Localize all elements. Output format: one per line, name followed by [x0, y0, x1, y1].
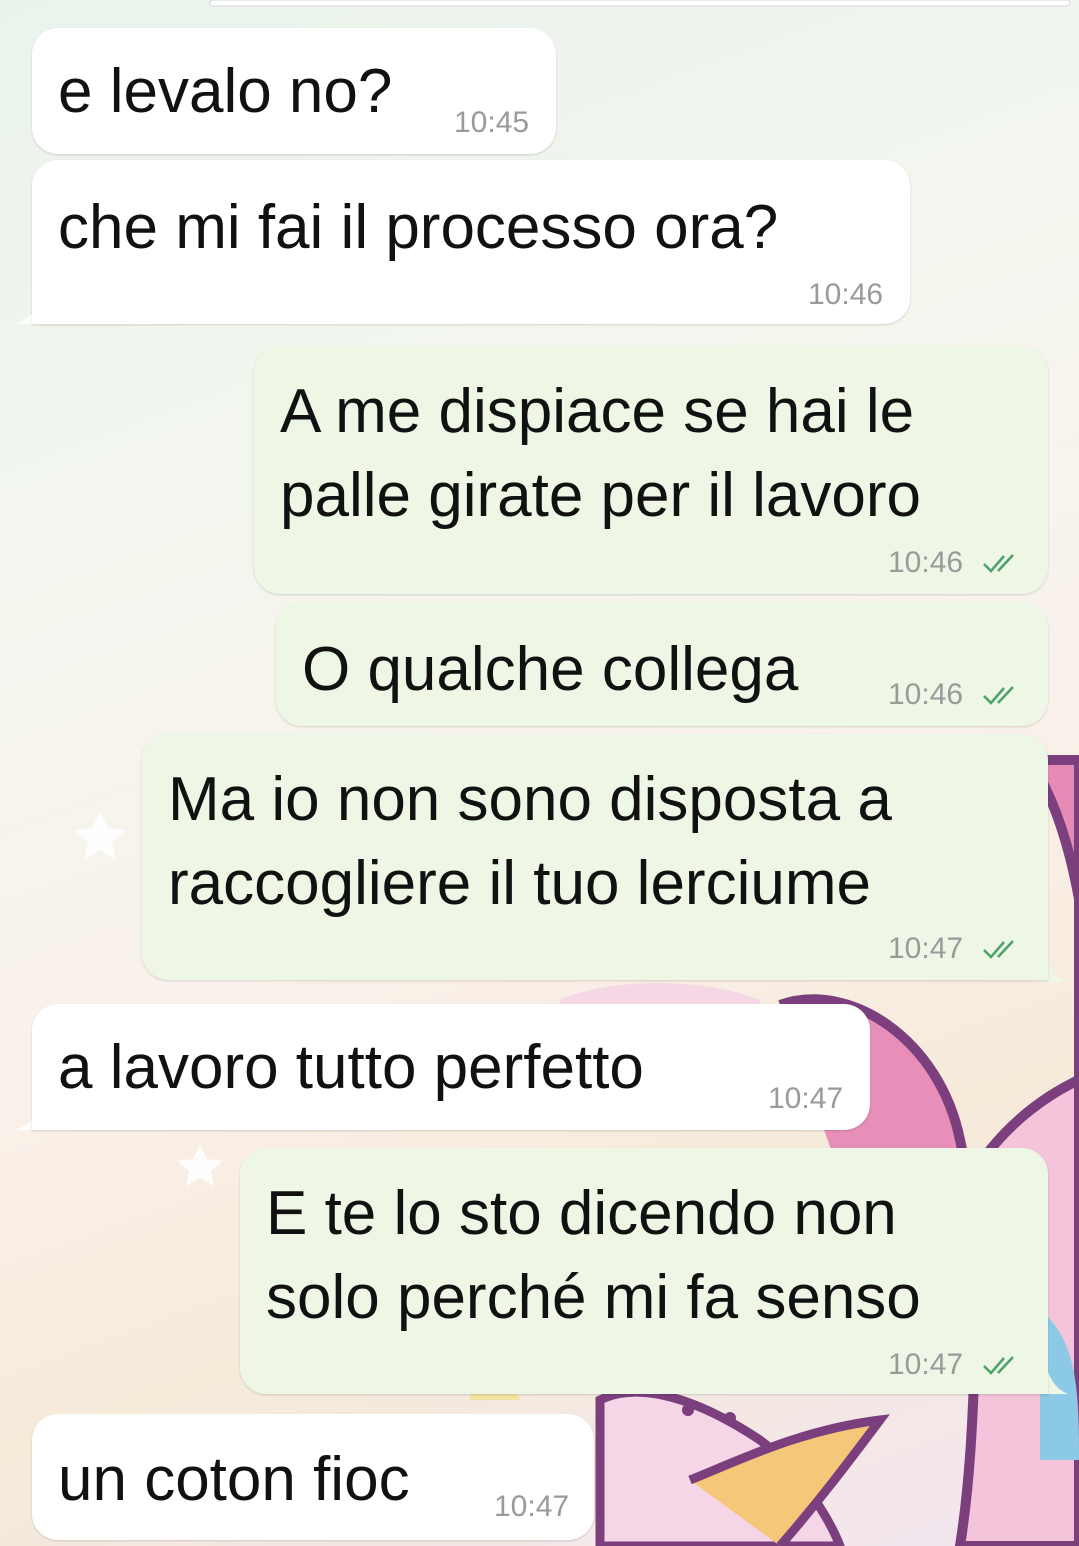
message-time: 10:47 — [888, 932, 964, 965]
message-text-line: solo perché mi fa senso — [266, 1263, 921, 1332]
message-outgoing[interactable]: E te lo sto dicendo non solo perché mi f… — [240, 1148, 1048, 1394]
message-incoming[interactable]: e levalo no? 10:45 — [32, 28, 556, 154]
message-text: e levalo no? — [58, 57, 393, 126]
message-time: 10:46 — [888, 546, 964, 579]
message-incoming[interactable]: a lavoro tutto perfetto 10:47 — [32, 1004, 870, 1130]
message-outgoing[interactable]: Ma io non sono disposta a raccogliere il… — [142, 734, 1048, 980]
double-check-icon — [983, 554, 1014, 573]
message-text: un coton fioc — [58, 1445, 410, 1514]
message-outgoing[interactable]: A me dispiace se hai le palle girate per… — [254, 346, 1048, 594]
message-time: 10:47 — [494, 1490, 570, 1523]
message-time: 10:46 — [888, 678, 964, 711]
message-text-line: palle girate per il lavoro — [280, 461, 922, 530]
double-check-icon — [983, 1356, 1014, 1375]
message-time: 10:46 — [808, 278, 884, 311]
message-time: 10:47 — [888, 1348, 964, 1381]
message-outgoing[interactable]: O qualche collega 10:46 — [276, 602, 1048, 726]
message-text-line: Ma io non sono disposta a — [168, 765, 892, 834]
message-incoming[interactable]: che mi fai il processo ora? 10:46 — [32, 160, 910, 324]
message-text: che mi fai il processo ora? — [58, 193, 779, 262]
message-text: O qualche collega — [302, 635, 799, 704]
message-text-line: A me dispiace se hai le — [280, 377, 915, 446]
message-text-line: E te lo sto dicendo non — [266, 1179, 897, 1248]
double-check-icon — [983, 686, 1014, 705]
message-text: a lavoro tutto perfetto — [58, 1033, 644, 1102]
message-time: 10:47 — [768, 1082, 844, 1115]
message-text-line: raccogliere il tuo lerciume — [168, 849, 871, 918]
double-check-icon — [983, 940, 1014, 959]
message-time: 10:45 — [454, 106, 530, 139]
message-incoming[interactable]: un coton fioc 10:47 — [32, 1414, 594, 1540]
